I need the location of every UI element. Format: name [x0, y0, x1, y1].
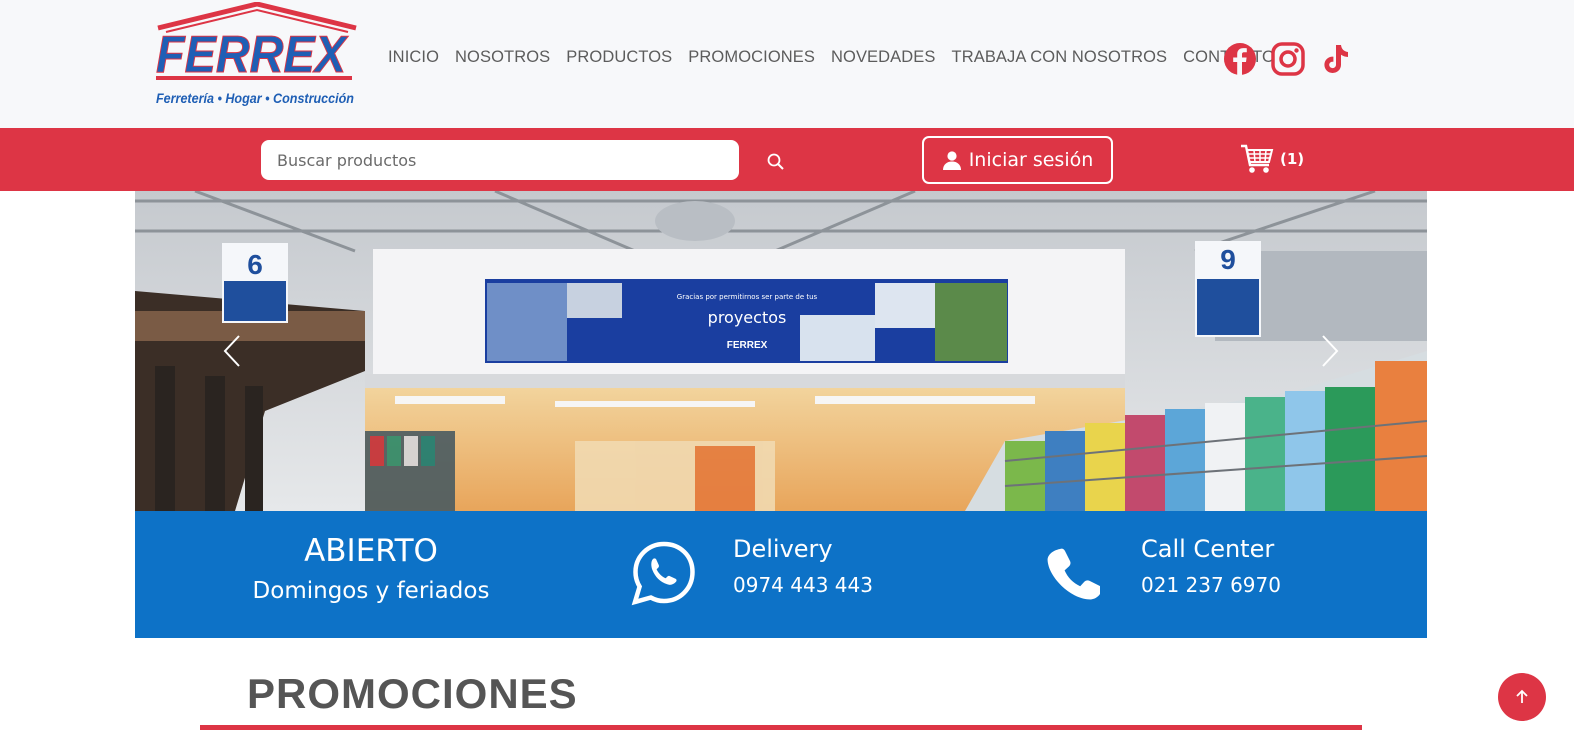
delivery-title: Delivery [733, 535, 833, 563]
aisle-sign-9: 9 [1220, 244, 1236, 275]
store-photo: Gracias por permitirnos ser parte de tus… [135, 191, 1427, 511]
main-nav: INICIO NOSOTROS PRODUCTOS PROMOCIONES NO… [388, 48, 1291, 67]
whatsapp-icon[interactable] [631, 540, 697, 606]
aisle-sign-6: 6 [247, 249, 263, 280]
facebook-icon[interactable] [1222, 41, 1258, 77]
scroll-to-top-button[interactable] [1498, 673, 1546, 721]
login-button[interactable]: Iniciar sesión [922, 136, 1113, 184]
banner-small-text: Gracias por permitirnos ser parte de tus [677, 293, 818, 301]
callcenter-title: Call Center [1141, 535, 1275, 563]
nav-productos[interactable]: PRODUCTOS [566, 48, 672, 67]
banner-logo-text: FERREX [727, 340, 768, 351]
instagram-icon[interactable] [1270, 41, 1306, 77]
callcenter-phone[interactable]: 021 237 6970 [1141, 573, 1281, 597]
info-bar: ABIERTO Domingos y feriados Delivery 097… [135, 511, 1427, 638]
phone-icon[interactable] [1046, 547, 1100, 601]
cart-button[interactable]: (1) [1240, 143, 1304, 175]
cart-icon [1241, 144, 1274, 173]
ferrex-logo[interactable]: FERREX Ferretería • Hogar • Construcción [152, 2, 364, 108]
nav-promociones[interactable]: PROMOCIONES [688, 48, 815, 67]
login-label: Iniciar sesión [968, 149, 1094, 171]
logo-wordmark: FERREX [156, 26, 349, 84]
nav-nosotros[interactable]: NOSOTROS [455, 48, 550, 67]
promociones-heading: PROMOCIONES [247, 670, 578, 717]
search-bar [0, 128, 1574, 191]
nav-trabaja-con-nosotros[interactable]: TRABAJA CON NOSOTROS [952, 48, 1168, 67]
nav-inicio[interactable]: INICIO [388, 48, 439, 67]
search-input[interactable] [261, 140, 739, 180]
section-divider [200, 725, 1362, 730]
top-header: FERREX Ferretería • Hogar • Construcción… [0, 0, 1574, 128]
hours-title: ABIERTO [304, 533, 438, 569]
delivery-phone[interactable]: 0974 443 443 [733, 573, 873, 597]
carousel-prev-icon[interactable] [222, 334, 242, 368]
hero-carousel: Gracias por permitirnos ser parte de tus… [135, 191, 1427, 511]
hours-subtitle: Domingos y feriados [252, 578, 490, 604]
logo-tagline: Ferretería • Hogar • Construcción [156, 91, 354, 106]
tiktok-icon[interactable] [1319, 41, 1355, 77]
arrow-up-icon [1516, 689, 1528, 703]
banner-big-text: proyectos [708, 308, 787, 327]
user-icon [942, 151, 961, 170]
search-icon[interactable] [766, 152, 786, 172]
cart-count: (1) [1280, 150, 1305, 168]
carousel-next-icon[interactable] [1320, 334, 1340, 368]
nav-novedades[interactable]: NOVEDADES [831, 48, 936, 67]
